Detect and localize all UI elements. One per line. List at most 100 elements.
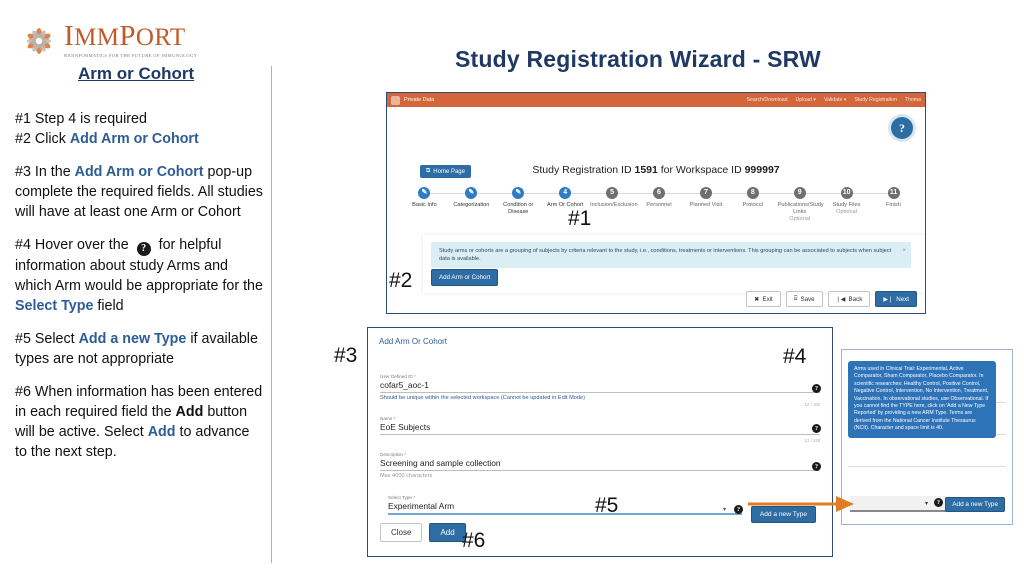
wizard-step-4[interactable]: 4 Arm Or Cohort bbox=[518, 187, 589, 209]
link-add-a-new-type: Add a new Type bbox=[78, 331, 187, 347]
step-label-10: Study Files Optional bbox=[832, 202, 861, 215]
wizard-step-7[interactable]: 7 Planned Visit bbox=[658, 187, 729, 209]
menu-item-search-download[interactable]: Search/Download bbox=[747, 97, 788, 103]
field-value-description[interactable]: Screening and sample collection bbox=[380, 458, 820, 468]
step-dot-5: 5 bbox=[606, 187, 619, 199]
wizard-step-8[interactable]: 8 Protocol bbox=[705, 187, 776, 209]
step-label-7: Planned Visit bbox=[689, 202, 723, 208]
bold-add-1: Add bbox=[175, 404, 204, 420]
chevron-down-icon-2: ▾ bbox=[843, 97, 847, 103]
field-underline-3 bbox=[380, 470, 820, 471]
menu-item-upload[interactable]: Upload ▾ bbox=[796, 97, 817, 103]
link-add: Add bbox=[147, 424, 176, 440]
menu-item-user[interactable]: Thoma bbox=[905, 97, 921, 103]
field-underline-1 bbox=[380, 392, 820, 393]
instruction-5: #5 Select Add a new Type if available ty… bbox=[15, 331, 258, 367]
save-disk-icon: ⌸ bbox=[793, 295, 798, 302]
field-label-name: Name * bbox=[380, 416, 396, 421]
next-arrow-icon: ▶❘ bbox=[883, 295, 894, 303]
step-dot-10: 10 bbox=[840, 187, 853, 199]
immport-logo: IMMPORT BIOINFORMATICS FOR THE FUTURE OF… bbox=[18, 20, 198, 62]
add-arm-or-cohort-button[interactable]: Add Arm or Cohort bbox=[431, 269, 499, 286]
wizard-step-5[interactable]: 5 Inclusion/Exclusion bbox=[565, 187, 638, 209]
wizard-stepper: ✎ Basic Info ✎ Categorization ✎ Condition o… bbox=[401, 187, 917, 223]
wizard-step-3[interactable]: ✎ Condition or Disease bbox=[471, 187, 542, 216]
field-select-type: Select Type * Experimental Arm ▾ ? bbox=[388, 495, 743, 515]
step-label-6: Personnel bbox=[646, 202, 672, 208]
alert-text: Study arms or cohorts are a grouping of … bbox=[439, 248, 892, 262]
add-a-new-type-button-2[interactable]: Add a new Type bbox=[945, 497, 1005, 512]
required-asterisk: * bbox=[413, 374, 416, 379]
field-value-user-defined-id[interactable]: cofar5_aoc-1 bbox=[380, 380, 820, 390]
field-name: Name * EoE Subjects ? 12 / 128 bbox=[380, 416, 821, 443]
wizard-step-6[interactable]: 6 Personnel bbox=[612, 187, 683, 209]
step-label-11: Finish bbox=[886, 202, 901, 208]
link-select-type: Select Type bbox=[15, 298, 94, 314]
page-title: Arm or Cohort bbox=[78, 64, 195, 83]
select-underline bbox=[388, 513, 742, 515]
step-dot-11: 11 bbox=[887, 187, 900, 199]
field-user-defined-id: User Defined ID * cofar5_aoc-1 ? Should … bbox=[380, 374, 821, 407]
help-question-icon-tooltip[interactable]: ? bbox=[934, 498, 943, 507]
field-help-description: Max 4000 characters bbox=[380, 473, 433, 479]
required-asterisk-3: * bbox=[404, 452, 407, 457]
registration-heading: Study Registration ID 1591 for Workspace… bbox=[532, 164, 780, 176]
instruction-4: #4 Hover over the ? for helpful informat… bbox=[15, 237, 263, 314]
dialog-title: Add Arm Or Cohort bbox=[379, 337, 448, 346]
instructions-list: #1 Step 4 is required #2 Click Add Arm o… bbox=[15, 109, 265, 462]
wizard-step-2[interactable]: ✎ Categorization bbox=[424, 187, 495, 209]
step-label-1: Basic Info bbox=[412, 202, 437, 208]
info-alert: Study arms or cohorts are a grouping of … bbox=[431, 242, 911, 268]
exit-button[interactable]: ✖ Exit bbox=[746, 291, 781, 307]
chevron-down-icon-tooltip[interactable]: ▾ bbox=[925, 500, 928, 507]
instruction-6: #6 When information has been entered in … bbox=[15, 384, 263, 460]
step-label-3: Condition or Disease bbox=[503, 202, 534, 215]
select-type-dropdown[interactable]: ▾ ? bbox=[850, 496, 950, 512]
question-icon: ? bbox=[136, 242, 151, 256]
close-button[interactable]: Close bbox=[380, 523, 423, 542]
save-button[interactable]: ⌸ Save bbox=[785, 291, 823, 307]
close-x-icon: ✖ bbox=[754, 295, 760, 303]
app-brand-label: Private Data bbox=[404, 97, 435, 103]
field-label-user-defined-id: User Defined ID * bbox=[380, 374, 416, 379]
field-underline-2 bbox=[380, 434, 820, 435]
step-label-5: Inclusion/Exclusion bbox=[590, 202, 638, 208]
screenshot-tooltip-panel: Arms used in Clinical Trial: Experimenta… bbox=[841, 349, 1013, 525]
main-title: Study Registration Wizard - SRW bbox=[455, 46, 821, 72]
step-dot-7: 7 bbox=[699, 187, 712, 199]
wizard-step-10[interactable]: 10 Study Files Optional bbox=[799, 187, 870, 216]
chevron-down-icon-select[interactable]: ▾ bbox=[723, 506, 726, 513]
help-fab-icon[interactable]: ? bbox=[891, 117, 913, 139]
field-label-select-type: Select Type * bbox=[388, 495, 415, 500]
step-dot-2: ✎ bbox=[465, 187, 478, 199]
help-question-icon-4[interactable]: ? bbox=[734, 505, 743, 514]
menu-item-study-registration[interactable]: Study Registration bbox=[854, 97, 896, 103]
wizard-step-11[interactable]: 11 Finish bbox=[846, 187, 917, 209]
menu-item-validate[interactable]: Validate ▾ bbox=[824, 97, 846, 103]
help-question-icon-3[interactable]: ? bbox=[812, 462, 821, 471]
immport-wordmark: IMMPORT BIOINFORMATICS FOR THE FUTURE OF… bbox=[64, 22, 198, 59]
help-question-icon-2[interactable]: ? bbox=[812, 424, 821, 433]
help-question-icon-1[interactable]: ? bbox=[812, 384, 821, 393]
close-icon[interactable]: × bbox=[902, 247, 906, 255]
field-value-name[interactable]: EoE Subjects bbox=[380, 422, 820, 432]
callout-6: #6 bbox=[462, 529, 486, 552]
app-topbar: Private Data Search/Download Upload ▾ Va… bbox=[387, 93, 925, 107]
link-add-arm-or-cohort: Add Arm or Cohort bbox=[69, 131, 199, 147]
required-asterisk-2: * bbox=[393, 416, 396, 421]
step-dot-9: 9 bbox=[793, 187, 806, 199]
link-add-arm-or-cohort-2: Add Arm or Cohort bbox=[74, 164, 204, 180]
app-body: ? ⧉ Home Page Study Registration ID 1591… bbox=[387, 107, 925, 313]
dialog-footer: Close Add bbox=[380, 523, 466, 542]
back-button[interactable]: ❘◀ Back bbox=[827, 291, 871, 307]
immport-tagline: BIOINFORMATICS FOR THE FUTURE OF IMMUNOL… bbox=[64, 53, 198, 58]
step-dot-6: 6 bbox=[652, 187, 665, 199]
next-button[interactable]: ▶❘ Next bbox=[875, 291, 917, 307]
field-description: Description * Screening and sample colle… bbox=[380, 452, 821, 479]
field-value-select-type[interactable]: Experimental Arm bbox=[388, 501, 742, 511]
wizard-step-1[interactable]: ✎ Basic Info bbox=[401, 187, 448, 209]
step-dot-8: 8 bbox=[746, 187, 759, 199]
instruction-3: #3 In the Add Arm or Cohort pop-up compl… bbox=[15, 164, 263, 220]
add-button[interactable]: Add bbox=[429, 523, 466, 542]
vertical-divider bbox=[271, 66, 272, 563]
